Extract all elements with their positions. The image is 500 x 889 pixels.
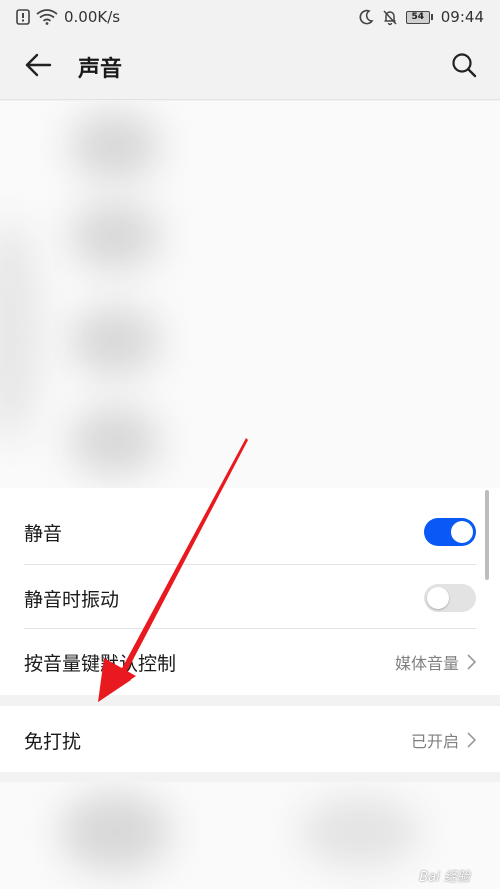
arrow-left-icon <box>24 53 52 81</box>
vibrate-when-muted-row[interactable]: 静音时振动 <box>0 564 500 632</box>
network-speed: 0.00K/s <box>64 8 121 26</box>
back-button[interactable] <box>16 45 60 89</box>
scrollbar[interactable] <box>485 490 489 580</box>
do-not-disturb-label: 免打扰 <box>24 730 82 753</box>
do-not-disturb-value: 已开启 <box>410 732 459 751</box>
chevron-right-icon <box>467 732 476 748</box>
do-not-disturb-card: 免打扰 已开启 <box>0 706 500 772</box>
watermark: Bai 经验 <box>419 870 470 885</box>
battery-level: 54 <box>405 10 430 24</box>
status-bar: 0.00K/s 54 09:44 <box>0 0 500 34</box>
mute-row[interactable]: 静音 <box>0 498 500 566</box>
volume-key-default-value: 媒体音量 <box>394 654 459 673</box>
do-not-disturb-row[interactable]: 免打扰 已开启 <box>0 706 500 774</box>
mute-toggle[interactable] <box>424 518 476 546</box>
sound-settings-card: 静音 静音时振动 按音量键默认控制 媒体音量 <box>0 488 500 695</box>
app-bar: 声音 <box>0 34 500 100</box>
mute-label: 静音 <box>24 522 63 545</box>
moon-icon <box>358 9 374 25</box>
search-button[interactable] <box>442 45 486 89</box>
bell-muted-icon <box>382 9 398 26</box>
battery-icon: 54 <box>405 10 433 24</box>
page-title: 声音 <box>78 56 123 82</box>
volume-key-default-label: 按音量键默认控制 <box>24 652 177 675</box>
volume-key-default-row[interactable]: 按音量键默认控制 媒体音量 <box>0 628 500 696</box>
wifi-icon <box>36 9 58 25</box>
vibrate-when-muted-toggle[interactable] <box>424 584 476 612</box>
search-icon <box>451 52 477 82</box>
blurred-volume-section <box>0 101 500 488</box>
chevron-right-icon <box>467 654 476 670</box>
vibrate-when-muted-label: 静音时振动 <box>24 588 120 611</box>
clock: 09:44 <box>440 8 484 26</box>
alert-icon <box>16 9 30 25</box>
